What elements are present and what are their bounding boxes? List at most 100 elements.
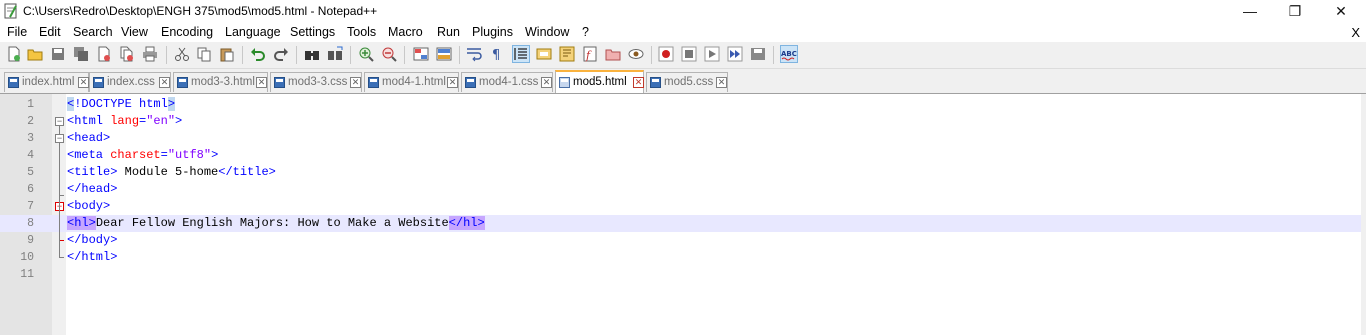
code-token: </body> [67, 233, 118, 247]
code-line[interactable]: 10 </html> [0, 249, 1366, 266]
tab-close-icon[interactable]: ✕ [541, 77, 552, 88]
menu-settings[interactable]: Settings [290, 25, 335, 39]
tab-close-icon[interactable]: ✕ [716, 77, 727, 88]
code-text: <head> [67, 131, 110, 145]
tab-index-css[interactable]: index.css ✕ [89, 72, 171, 92]
tab-mod5-html[interactable]: mod5.html ✕ [555, 70, 644, 93]
fold-toggle-html-icon[interactable]: − [55, 117, 64, 126]
sync-horizontal-scroll-icon[interactable] [436, 46, 452, 62]
run-macro-multiple-icon[interactable] [727, 46, 743, 62]
tab-bar: index.html ✕ index.css ✕ mod3-3.html ✕ mod3-3.… [0, 69, 1366, 94]
monitoring-icon[interactable] [628, 46, 644, 62]
fold-toggle-head-icon[interactable]: − [55, 134, 64, 143]
tab-mod3-3-css[interactable]: mod3-3.css ✕ [270, 72, 362, 92]
close-document-button[interactable]: X [1351, 25, 1360, 40]
new-file-icon[interactable] [6, 46, 22, 62]
stop-macro-icon[interactable] [681, 46, 697, 62]
file-saved-icon [650, 77, 661, 88]
code-line[interactable]: 3 <head> [0, 130, 1366, 147]
code-line[interactable]: 1 <!DOCTYPE html> [0, 96, 1366, 113]
code-text: </html> [67, 250, 117, 264]
vertical-scrollbar[interactable] [1361, 94, 1366, 335]
close-all-icon[interactable] [119, 46, 135, 62]
menu-file[interactable]: File [7, 25, 27, 39]
fold-line [59, 196, 60, 257]
code-token: "utf8" [167, 148, 212, 162]
tab-close-icon[interactable]: ✕ [633, 77, 644, 88]
tab-mod3-3-html[interactable]: mod3-3.html ✕ [173, 72, 268, 92]
line-number: 6 [27, 183, 34, 196]
open-file-icon[interactable] [27, 46, 43, 62]
indent-guide-icon[interactable] [512, 45, 530, 63]
play-macro-icon[interactable] [704, 46, 720, 62]
print-icon[interactable] [142, 46, 158, 62]
menu-plugins[interactable]: Plugins [472, 25, 513, 39]
menu-help[interactable]: ? [582, 25, 589, 39]
undo-icon[interactable] [250, 46, 266, 62]
code-token: <html [67, 114, 111, 128]
tab-mod5-css[interactable]: mod5.css ✕ [646, 72, 728, 92]
menu-edit[interactable]: Edit [39, 25, 61, 39]
tab-close-icon[interactable]: ✕ [447, 77, 458, 88]
editor-area[interactable]: 1 <!DOCTYPE html> 2 <html lang="en"> 3 <head>… [0, 94, 1366, 335]
line-number: 4 [27, 149, 34, 162]
copy-icon[interactable] [196, 46, 212, 62]
function-list-icon[interactable]: f [582, 46, 598, 62]
document-map-icon[interactable] [559, 46, 575, 62]
tab-close-icon[interactable]: ✕ [350, 77, 361, 88]
menu-search[interactable]: Search [73, 25, 113, 39]
tab-mod4-1-html[interactable]: mod4-1.html ✕ [364, 72, 459, 92]
code-line[interactable]: 6 </head> [0, 181, 1366, 198]
menu-view[interactable]: View [121, 25, 148, 39]
show-all-characters-icon[interactable]: ¶ [489, 46, 505, 62]
spell-check-icon[interactable]: ABC [780, 45, 798, 63]
tab-close-icon[interactable]: ✕ [256, 77, 267, 88]
record-macro-icon[interactable] [658, 46, 674, 62]
menu-language[interactable]: Language [225, 25, 281, 39]
zoom-out-icon[interactable] [381, 46, 397, 62]
close-window-button[interactable]: ✕ [1318, 0, 1364, 22]
tab-label: index.css [107, 76, 155, 88]
tab-index-html[interactable]: index.html ✕ [4, 72, 89, 92]
code-text: <html lang="en"> [67, 114, 182, 128]
code-line[interactable]: 9 </body> [0, 232, 1366, 249]
menu-run[interactable]: Run [437, 25, 460, 39]
word-wrap-icon[interactable] [466, 46, 482, 62]
zoom-in-icon[interactable] [358, 46, 374, 62]
redo-icon[interactable] [273, 46, 289, 62]
tab-close-icon[interactable]: ✕ [159, 77, 170, 88]
menu-macro[interactable]: Macro [388, 25, 423, 39]
file-saved-icon [93, 77, 104, 88]
paste-icon[interactable] [219, 46, 235, 62]
code-line[interactable]: 8 <hl>Dear Fellow English Majors: How to … [0, 215, 1366, 232]
code-line[interactable]: 5 <title> Module 5-home</title> [0, 164, 1366, 181]
tab-mod4-1-css[interactable]: mod4-1.css ✕ [461, 72, 553, 92]
code-line[interactable]: 11 [0, 266, 1366, 283]
code-line[interactable]: 4 <meta charset="utf8"> [0, 147, 1366, 164]
save-all-icon[interactable] [73, 46, 89, 62]
code-token: </hl> [448, 216, 485, 230]
tab-close-icon[interactable]: ✕ [78, 77, 89, 88]
line-number: 2 [27, 115, 34, 128]
minimize-button[interactable]: — [1227, 0, 1273, 22]
menu-window[interactable]: Window [525, 25, 569, 39]
folder-as-workspace-icon[interactable] [605, 46, 621, 62]
toolbar-separator [296, 46, 297, 64]
tab-label: index.html [22, 76, 75, 88]
user-defined-language-icon[interactable] [536, 46, 552, 62]
code-line[interactable]: 7 <body> [0, 198, 1366, 215]
code-line[interactable]: 2 <html lang="en"> [0, 113, 1366, 130]
file-saved-icon [8, 77, 19, 88]
sync-vertical-scroll-icon[interactable] [413, 46, 429, 62]
close-file-icon[interactable] [96, 46, 112, 62]
maximize-button[interactable]: ❐ [1272, 0, 1318, 22]
find-icon[interactable] [304, 46, 320, 62]
save-icon[interactable] [50, 46, 66, 62]
menu-encoding[interactable]: Encoding [161, 25, 213, 39]
menu-tools[interactable]: Tools [347, 25, 376, 39]
toolbar: ¶ f ABC [0, 42, 1366, 69]
save-macro-icon[interactable] [750, 46, 766, 62]
line-number: 9 [27, 234, 34, 247]
replace-icon[interactable] [327, 46, 343, 62]
cut-icon[interactable] [174, 46, 190, 62]
